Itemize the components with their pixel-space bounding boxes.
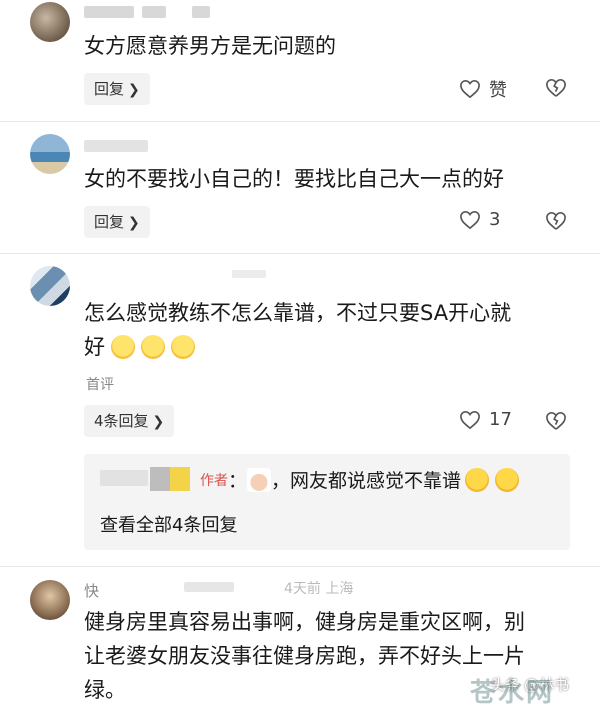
username-blurred [232,270,266,278]
chevron-right-icon: ❯ [152,414,165,430]
reply-button[interactable]: 回复 ❯ [84,73,150,105]
comment-text-line2: 让老婆女朋友没事往健身房跑，弄不好头上一片 [84,644,525,668]
like-button[interactable]: 赞 [459,76,507,102]
chevron-right-icon: ❯ [128,82,140,98]
comment-text-line2-text: 好 [84,335,105,359]
sub-reply-avatar-blurred [150,467,190,491]
broken-heart-icon [546,411,566,430]
separator: ： [228,470,248,492]
divider [0,121,600,122]
comment-text-line2: 好 [84,331,195,363]
first-comment-tag: 首评 [86,377,114,393]
comment-text: 女的不要找小自己的！要找比自己大一点的好 [84,167,504,191]
dislike-button[interactable] [545,411,567,435]
like-count: 17 [489,409,512,430]
avatar[interactable] [30,266,70,306]
like-button[interactable]: 17 [459,409,512,430]
dislike-button[interactable] [545,78,567,102]
dislike-button[interactable] [545,211,567,235]
laughing-emoji-icon [495,467,520,492]
username-blurred [84,140,148,152]
heart-icon [460,79,480,99]
blush-emoji-icon [111,335,135,359]
divider [0,253,600,254]
username-blurred [192,6,210,18]
sub-reply-line: 作者 ： ，网友都说感觉不靠谱 [200,466,520,493]
username-blurred [142,6,166,18]
comment-text: 女方愿意养男方是无问题的 [84,34,336,58]
comment-text-line1: 健身房里真容易出事啊，健身房是重灾区啊，别 [84,610,525,634]
broken-heart-icon [546,78,566,97]
watermark-site: 苍水网 [470,678,555,708]
comment-meta: 4天前 上海 [284,581,354,597]
like-count: 3 [489,209,501,230]
reply-button[interactable]: 回复 ❯ [84,206,150,238]
replies-label: 4条回复 [94,412,149,430]
avatar[interactable] [30,580,70,620]
avatar[interactable] [30,2,70,42]
replies-button[interactable]: 4条回复 ❯ [84,405,175,437]
reply-label: 回复 [94,80,125,98]
heart-icon [460,210,480,229]
blush-emoji-icon [141,335,165,359]
sub-reply-text: ，网友都说感觉不靠谱 [271,470,462,492]
comment-text-line3: 绿。 [84,678,126,702]
laughing-emoji-icon [465,467,490,492]
blush-emoji-icon [171,335,195,359]
divider [0,566,600,567]
broken-heart-icon [546,211,566,230]
comment-text-line1: 怎么感觉教练不怎么靠谱，不过只要SA开心就 [84,301,512,325]
hand-emoji-icon [247,467,272,492]
avatar[interactable] [30,134,70,174]
author-tag: 作者 [200,472,228,489]
reply-label: 回复 [94,213,125,231]
username-blurred [84,6,134,18]
like-label: 赞 [489,80,507,101]
view-all-replies-link[interactable]: 查看全部4条回复 [100,511,237,537]
meta-blurred [184,582,234,592]
username: 快 [84,582,100,600]
heart-icon [460,410,480,429]
sub-reply-author-blurred [100,470,148,486]
like-button[interactable]: 3 [459,209,500,230]
chevron-right-icon: ❯ [128,215,140,231]
